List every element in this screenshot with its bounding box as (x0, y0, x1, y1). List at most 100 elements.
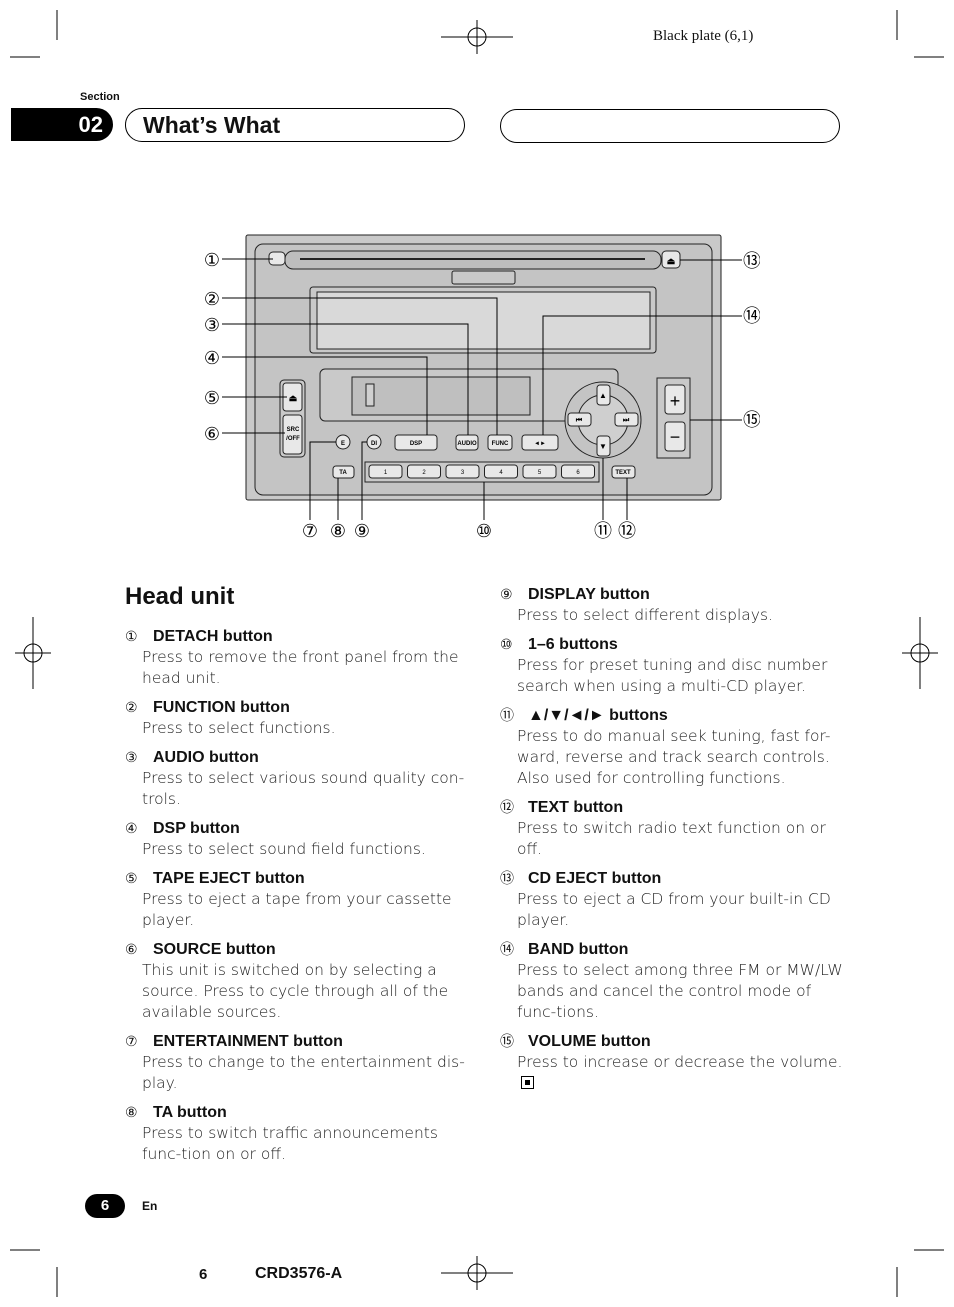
item-number: ④ (125, 820, 138, 836)
section-title-blank (500, 109, 840, 143)
plate-label: Black plate (6,1) (653, 28, 754, 44)
item-description: This unit is switched on by selecting a … (142, 961, 449, 1021)
manual-page: Black plate (6,1) Section 02 What’s What (0, 0, 954, 1307)
func-label: FUNC (492, 441, 509, 447)
item-title: ENTERTAINMENT button (153, 1033, 343, 1050)
cd-eject-icon: ⏏ (667, 256, 676, 266)
section-title: What’s What (125, 108, 465, 142)
item-number: ⑮ (500, 1033, 514, 1049)
item-title: DETACH button (153, 628, 273, 645)
item-heading: ⑮ VOLUME button (500, 1031, 845, 1052)
item-heading: ⑧ TA button (125, 1102, 470, 1123)
prev-icon: ⏮ (576, 417, 583, 424)
item-11: ⑪ ▲/▼/◄/► buttons Press to do manual seek … (500, 705, 845, 789)
plus-icon: + (670, 391, 681, 411)
item-15: ⑮ VOLUME button Press to increase or decre… (500, 1031, 845, 1094)
source-button (282, 414, 303, 455)
item-heading: ① DETACH button (125, 626, 470, 647)
item-title: TAPE EJECT button (153, 870, 305, 887)
item-4: ④ DSP button Press to select sound field f… (125, 818, 470, 860)
item-12: ⑫ TEXT button Press to switch radio text f… (500, 797, 845, 860)
item-number: ⑥ (125, 941, 138, 957)
item-number: ② (125, 699, 138, 715)
item-description: Press to select sound field functions. (142, 840, 426, 858)
down-arrow-icon: ▼ (599, 442, 607, 451)
callout-12: ⑫ (618, 521, 636, 541)
item-heading: ⑨ DISPLAY button (500, 584, 845, 605)
item-description: Press to switch radio text function on o… (517, 819, 826, 858)
item-heading: ③ AUDIO button (125, 747, 470, 768)
item-title: DISPLAY button (528, 586, 650, 603)
callout-11: ⑪ (594, 521, 612, 541)
item-8: ⑧ TA button Press to switch traffic announ… (125, 1102, 470, 1165)
item-13: ⑬ CD EJECT button Press to eject a CD from… (500, 868, 845, 931)
item-number: ⑭ (500, 941, 514, 957)
item-2: ② FUNCTION button Press to select function… (125, 697, 470, 739)
item-title: SOURCE button (153, 941, 276, 958)
callout-3: ③ (204, 315, 220, 335)
item-title: TEXT button (528, 799, 624, 816)
item-heading: ⑬ CD EJECT button (500, 868, 845, 889)
item-5: ⑤ TAPE EJECT button Press to eject a tape … (125, 868, 470, 931)
item-heading: ⑤ TAPE EJECT button (125, 868, 470, 889)
item-number: ⑨ (500, 586, 513, 602)
item-number: ⑬ (500, 870, 514, 886)
item-9: ⑨ DISPLAY button Press to select different… (500, 584, 845, 626)
item-number: ⑪ (500, 707, 514, 723)
item-7: ⑦ ENTERTAINMENT button Press to change to … (125, 1031, 470, 1094)
off-label: /OFF (286, 436, 300, 442)
item-title: TA button (153, 1104, 227, 1121)
src-label: SRC (287, 427, 300, 433)
item-description: Press to eject a CD from your built-in C… (517, 890, 831, 929)
item-number: ⑤ (125, 870, 138, 886)
tape-eject-icon: ⏏ (289, 393, 298, 403)
item-number: ⑩ (500, 636, 513, 652)
item-title: VOLUME button (528, 1033, 651, 1050)
panel-tab (451, 270, 516, 285)
callout-13: ⑬ (743, 251, 760, 271)
language-label: En (142, 1199, 158, 1213)
item-title: AUDIO button (153, 749, 259, 766)
callout-6: ⑥ (204, 424, 220, 444)
callout-4: ④ (204, 348, 220, 368)
item-14: ⑭ BAND button Press to select among three … (500, 939, 845, 1023)
item-3: ③ AUDIO button Press to select various sou… (125, 747, 470, 810)
item-description: Press to do manual seek tuning, fast for… (517, 727, 831, 787)
item-description: Press to select various sound quality co… (142, 769, 465, 808)
text-label: TEXT (615, 470, 631, 476)
item-title: DSP button (153, 820, 240, 837)
item-title: BAND button (528, 941, 629, 958)
item-title: 1–6 buttons (528, 636, 618, 653)
display (316, 291, 651, 350)
e-label: E (341, 441, 345, 447)
item-6: ⑥ SOURCE button This unit is switched on b… (125, 939, 470, 1023)
item-description: Press to switch traffic announcements fu… (142, 1124, 438, 1163)
item-title: ▲/▼/◄/► buttons (528, 707, 668, 724)
section-number: 02 (11, 108, 113, 141)
callout-7: ⑦ (302, 521, 318, 541)
item-description: Press to change to the entertainment dis… (142, 1053, 465, 1092)
item-description: Press for preset tuning and disc number … (517, 656, 828, 695)
item-10: ⑩ 1–6 buttons Press for preset tuning and … (500, 634, 845, 697)
item-number: ⑫ (500, 799, 514, 815)
end-mark-icon (521, 1076, 534, 1089)
callout-9: ⑨ (354, 521, 370, 541)
item-description: Press to select among three FM or MW/LW … (517, 961, 843, 1021)
items-left-column: ① DETACH button Press to remove the front … (125, 626, 470, 1173)
item-heading: ⑭ BAND button (500, 939, 845, 960)
item-heading: ② FUNCTION button (125, 697, 470, 718)
up-arrow-icon: ▲ (599, 391, 607, 400)
item-heading: ⑫ TEXT button (500, 797, 845, 818)
callout-8: ⑧ (330, 521, 346, 541)
next-icon: ⏭ (623, 417, 630, 424)
callout-14: ⑭ (743, 306, 760, 326)
document-code: CRD3576-A (255, 1265, 343, 1282)
item-number: ⑦ (125, 1033, 138, 1049)
callout-1: ① (204, 250, 220, 270)
callout-2: ② (204, 289, 220, 309)
item-description: Press to remove the front panel from the… (142, 648, 459, 687)
bottom-page-number: 6 (199, 1266, 208, 1283)
callout-10: ⑩ (476, 521, 492, 541)
item-heading: ④ DSP button (125, 818, 470, 839)
item-number: ③ (125, 749, 138, 765)
